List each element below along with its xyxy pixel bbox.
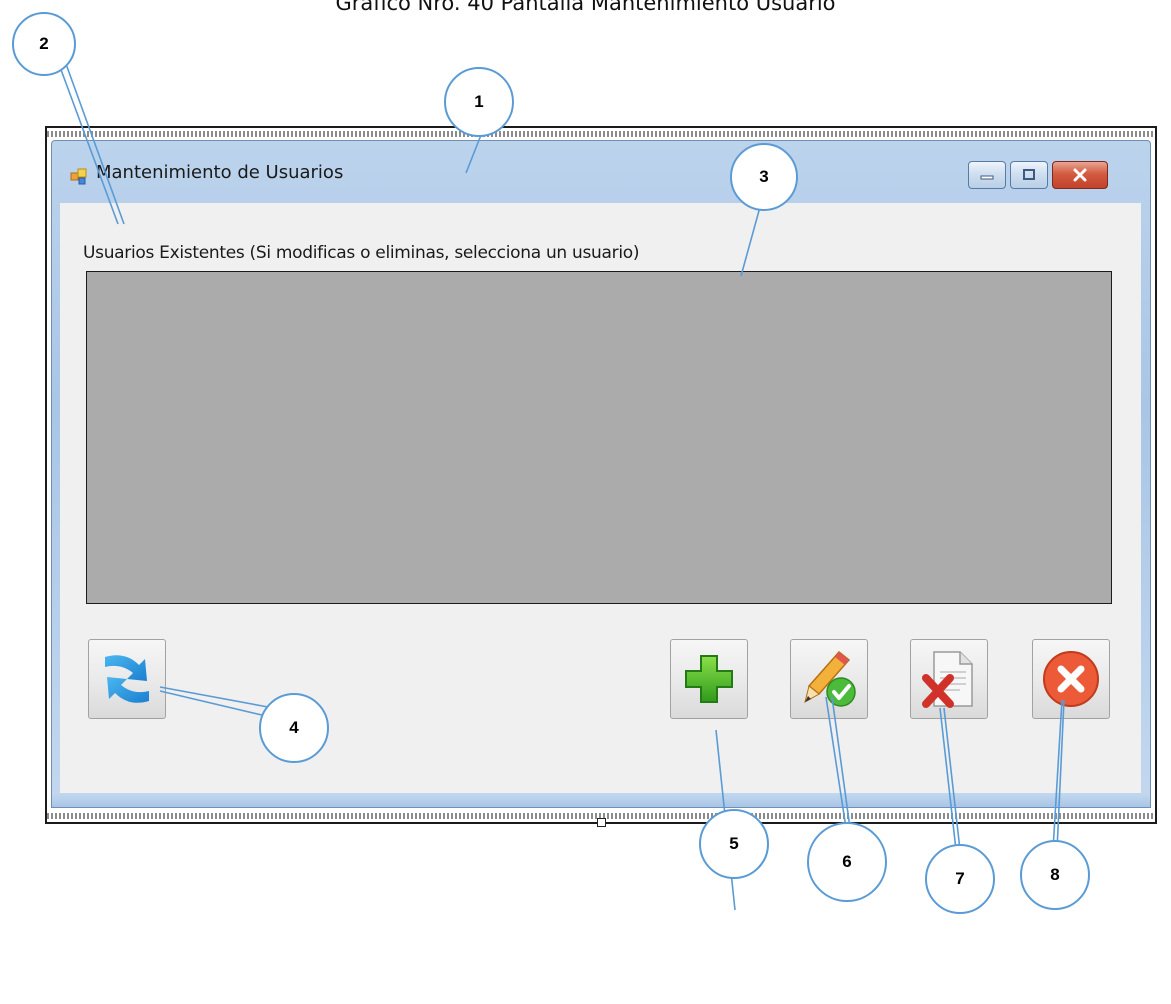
circle-x-icon — [1043, 651, 1099, 707]
users-grid-label: Usuarios Existentes (Si modificas o elim… — [83, 243, 640, 263]
callout-7: 7 — [925, 844, 995, 914]
callout-8: 8 — [1020, 840, 1090, 910]
figure-caption: Gráfico Nro. 40 Pantalla Mantenimiento U… — [335, 0, 836, 15]
close-icon — [1073, 168, 1087, 182]
callout-2: 2 — [12, 12, 76, 76]
callout-4: 4 — [259, 693, 329, 763]
minimize-button[interactable] — [968, 161, 1006, 189]
maximize-icon — [1023, 169, 1035, 180]
callout-6: 6 — [807, 822, 887, 902]
window-bottom-border — [52, 793, 1150, 807]
delete-button[interactable] — [910, 639, 988, 719]
refresh-icon — [105, 655, 149, 703]
designer-frame: Mantenimiento de Usuarios Usuarios Exist… — [45, 126, 1157, 827]
exit-button[interactable] — [1032, 639, 1110, 719]
add-button[interactable] — [670, 639, 748, 719]
close-button[interactable] — [1052, 161, 1108, 189]
callout-5: 5 — [699, 809, 769, 879]
maximize-button[interactable] — [1010, 161, 1048, 189]
minimize-icon — [980, 175, 994, 180]
title-bar[interactable]: Mantenimiento de Usuarios — [52, 141, 1150, 203]
users-data-grid[interactable] — [86, 271, 1112, 604]
pencil-check-icon — [804, 650, 856, 707]
callout-3: 3 — [730, 143, 798, 211]
form-client-area: Usuarios Existentes (Si modificas o elim… — [60, 203, 1141, 795]
window-title: Mantenimiento de Usuarios — [96, 162, 344, 183]
frame-dotted-border-top — [47, 131, 1155, 137]
document-delete-icon — [922, 651, 973, 708]
refresh-button[interactable] — [88, 639, 166, 719]
plus-icon — [685, 655, 733, 703]
app-form-icon — [70, 168, 87, 185]
resize-handle[interactable] — [597, 818, 606, 827]
edit-button[interactable] — [790, 639, 868, 719]
callout-1: 1 — [444, 67, 514, 137]
form-window: Mantenimiento de Usuarios Usuarios Exist… — [51, 140, 1151, 808]
